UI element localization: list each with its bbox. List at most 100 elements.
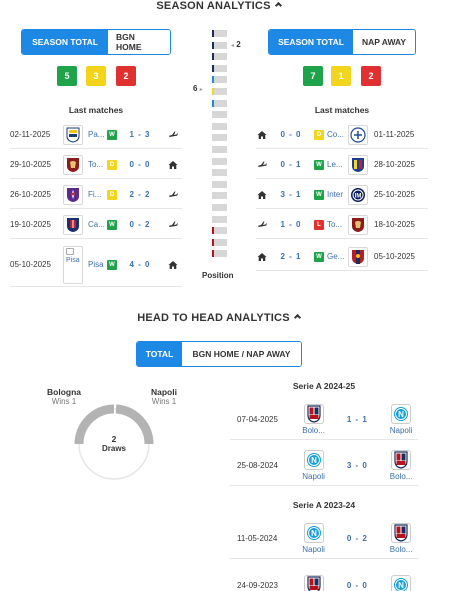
list-item[interactable]: 2 - 1 W Ge... 05-10-2025 [256, 243, 428, 271]
team-crest-icon [303, 404, 324, 424]
tab-bgn-home-nap-away[interactable]: BGN HOME / NAP AWAY [182, 342, 301, 366]
result-badge: W [314, 159, 324, 170]
opponent-name[interactable]: Ca... [88, 220, 105, 229]
opponent-name[interactable]: Co... [327, 130, 345, 139]
position-marker-top: ◂ 2 [231, 40, 241, 49]
h2h-match-row[interactable]: 11-05-2024 N Napoli 0 - 2 Bolo... [230, 519, 418, 559]
tab-total[interactable]: TOTAL [137, 342, 182, 366]
team-crest-icon [348, 154, 368, 175]
opponent-name[interactable]: Inter [327, 190, 345, 199]
svg-text:N: N [398, 410, 404, 419]
tab-season-total-right[interactable]: SEASON TOTAL [269, 30, 353, 54]
home-team-cell[interactable] [297, 574, 331, 591]
home-team-name: Napoli [302, 472, 325, 481]
home-team-cell[interactable]: N Napoli [297, 450, 331, 481]
match-date: 25-10-2025 [374, 190, 415, 199]
list-item[interactable]: 02-11-2025 Pa... W 1 - 3 [10, 121, 182, 149]
match-date: 11-05-2024 [237, 534, 278, 543]
position-bar [212, 41, 227, 49]
form-draws-badge: 1 [331, 66, 351, 86]
position-bar [212, 227, 227, 235]
opponent-name[interactable]: Ge... [327, 252, 345, 261]
h2h-analytics-header[interactable]: HEAD TO HEAD ANALYTICS [0, 312, 437, 324]
match-date: 29-10-2025 [10, 160, 51, 169]
chevron-up-icon [293, 313, 301, 322]
opponent-name[interactable]: Pa... [88, 130, 105, 139]
match-score: 0 - 0 [129, 160, 151, 169]
team-crest-icon: N [303, 523, 324, 543]
position-bar [212, 99, 227, 107]
team-crest-icon [63, 184, 83, 205]
team-crest-icon: N [391, 404, 412, 424]
away-team-cell[interactable]: N [384, 574, 418, 591]
position-bar [212, 122, 227, 130]
list-item[interactable]: 0 - 1 W Le... 28-10-2025 [256, 151, 428, 179]
position-bar [212, 76, 227, 84]
result-badge: W [107, 219, 117, 230]
match-score: 0 - 2 [346, 534, 368, 543]
list-item[interactable]: 3 - 1 W Inter IM 25-10-2025 [256, 181, 428, 209]
away-team-name: Bolo... [389, 472, 413, 481]
season-analytics-header[interactable]: SEASON ANALYTICS [0, 0, 437, 12]
team-crest-icon: IM [348, 184, 368, 205]
opponent-name[interactable]: To... [327, 220, 345, 229]
match-date: 24-09-2023 [237, 581, 278, 590]
away-team-cell[interactable]: N Napoli [384, 404, 418, 435]
match-score: 3 - 1 [280, 190, 302, 199]
home-team-name: Napoli [302, 545, 325, 554]
match-score: 3 - 0 [346, 461, 368, 470]
home-team-cell[interactable]: Bolo... [297, 404, 331, 435]
match-date: 25-08-2024 [237, 461, 278, 470]
tab-bgn-home[interactable]: BGN HOME [108, 30, 170, 54]
last-matches-label: Last matches [314, 105, 370, 115]
position-bar [212, 157, 227, 165]
match-score: 2 - 1 [280, 252, 302, 261]
list-item[interactable]: 19-10-2025 Ca... W 0 - 2 [10, 211, 182, 239]
chevron-up-icon [274, 1, 282, 10]
home-icon [256, 252, 268, 262]
list-item[interactable]: 29-10-2025 To... D 0 - 0 [10, 151, 182, 179]
team-crest-icon [348, 246, 368, 267]
list-item[interactable]: 26-10-2025 Fi... D 2 - 2 [10, 181, 182, 209]
team-crest-icon: Pisa [63, 245, 83, 284]
opponent-name[interactable]: To... [88, 160, 105, 169]
opponent-name[interactable]: Pisa [88, 260, 105, 269]
tab-season-total-left[interactable]: SEASON TOTAL [22, 30, 108, 54]
team-crest-icon: N [391, 574, 412, 591]
home-team-cell[interactable]: N Napoli [297, 523, 331, 554]
position-bar [212, 169, 227, 177]
result-badge: W [314, 251, 324, 262]
result-badge: W [107, 129, 117, 140]
team-crest-icon [63, 154, 83, 175]
team-crest-icon [348, 124, 368, 145]
position-bar [212, 146, 227, 153]
result-badge: W [314, 189, 324, 200]
team-crest-icon [63, 214, 83, 235]
position-label: Position [202, 271, 234, 280]
h2h-match-row[interactable]: 24-09-2023 0 - 0 N [230, 566, 418, 591]
h2h-match-row[interactable]: 25-08-2024 N Napoli 3 - 0 Bolo... [230, 446, 418, 486]
form-losses-badge: 2 [116, 66, 136, 86]
list-item[interactable]: 1 - 0 L To... 18-10-2025 [256, 211, 428, 239]
result-badge: D [314, 129, 324, 140]
away-team-cell[interactable]: Bolo... [384, 523, 418, 554]
form-wins-badge: 7 [303, 66, 323, 86]
form-wins-badge: 5 [57, 66, 77, 86]
opponent-name[interactable]: Le... [327, 160, 345, 169]
match-date: 19-10-2025 [10, 220, 51, 229]
opponent-name[interactable]: Fi... [88, 190, 105, 199]
h2h-match-row[interactable]: 07-04-2025 Bolo... 1 - 1 N Napoli [230, 400, 418, 440]
draws-label: Draws [101, 444, 126, 453]
tab-nap-away[interactable]: NAP AWAY [353, 30, 415, 54]
team-crest-icon [63, 124, 83, 145]
home-icon [167, 260, 179, 270]
draws-count: 2 [111, 434, 117, 444]
away-team-cell[interactable]: Bolo... [384, 450, 418, 481]
team-crest-icon [348, 214, 368, 235]
airplane-icon [256, 220, 268, 230]
h2h-toggle: TOTAL BGN HOME / NAP AWAY [136, 341, 302, 367]
svg-text:N: N [311, 456, 317, 465]
list-item[interactable]: 0 - 0 D Co... 01-11-2025 [256, 121, 428, 149]
team-crest-icon [391, 523, 412, 543]
list-item[interactable]: 05-10-2025 Pisa Pisa W 4 - 0 [10, 243, 182, 287]
